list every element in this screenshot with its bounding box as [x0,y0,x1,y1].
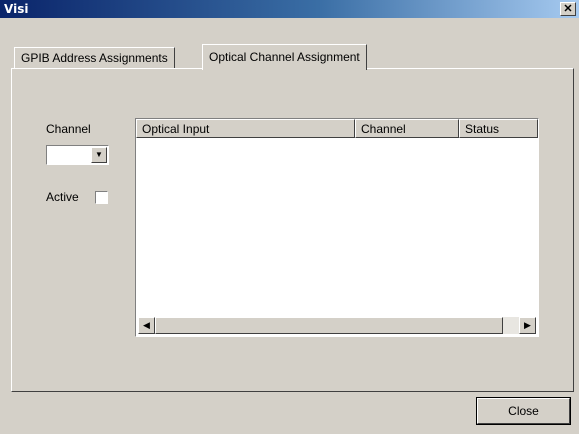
arrow-left-icon[interactable]: ◀ [138,317,155,334]
column-header-channel[interactable]: Channel [355,119,459,138]
active-checkbox[interactable] [95,191,108,204]
arrow-right-icon[interactable]: ▶ [519,317,536,334]
title-bar: Visi ✕ [0,0,579,18]
horizontal-scrollbar[interactable]: ◀ ▶ [138,317,536,334]
active-label: Active [46,190,79,204]
column-header-optical-input[interactable]: Optical Input [136,119,355,138]
tab-gpib-address-assignments[interactable]: GPIB Address Assignments [14,47,175,69]
window-close-icon[interactable]: ✕ [560,2,576,16]
column-header-status[interactable]: Status [459,119,538,138]
channel-label: Channel [46,122,91,136]
caret-down-icon[interactable]: ▼ [91,147,107,163]
close-button[interactable]: Close [477,398,570,424]
scroll-thumb[interactable] [155,317,503,334]
channel-dropdown[interactable]: ▼ [46,145,109,165]
window-title: Visi [4,2,29,16]
optical-list-view[interactable]: Optical Input Channel Status ◀ ▶ [135,118,539,337]
tab-optical-channel-assignment[interactable]: Optical Channel Assignment [202,44,367,70]
